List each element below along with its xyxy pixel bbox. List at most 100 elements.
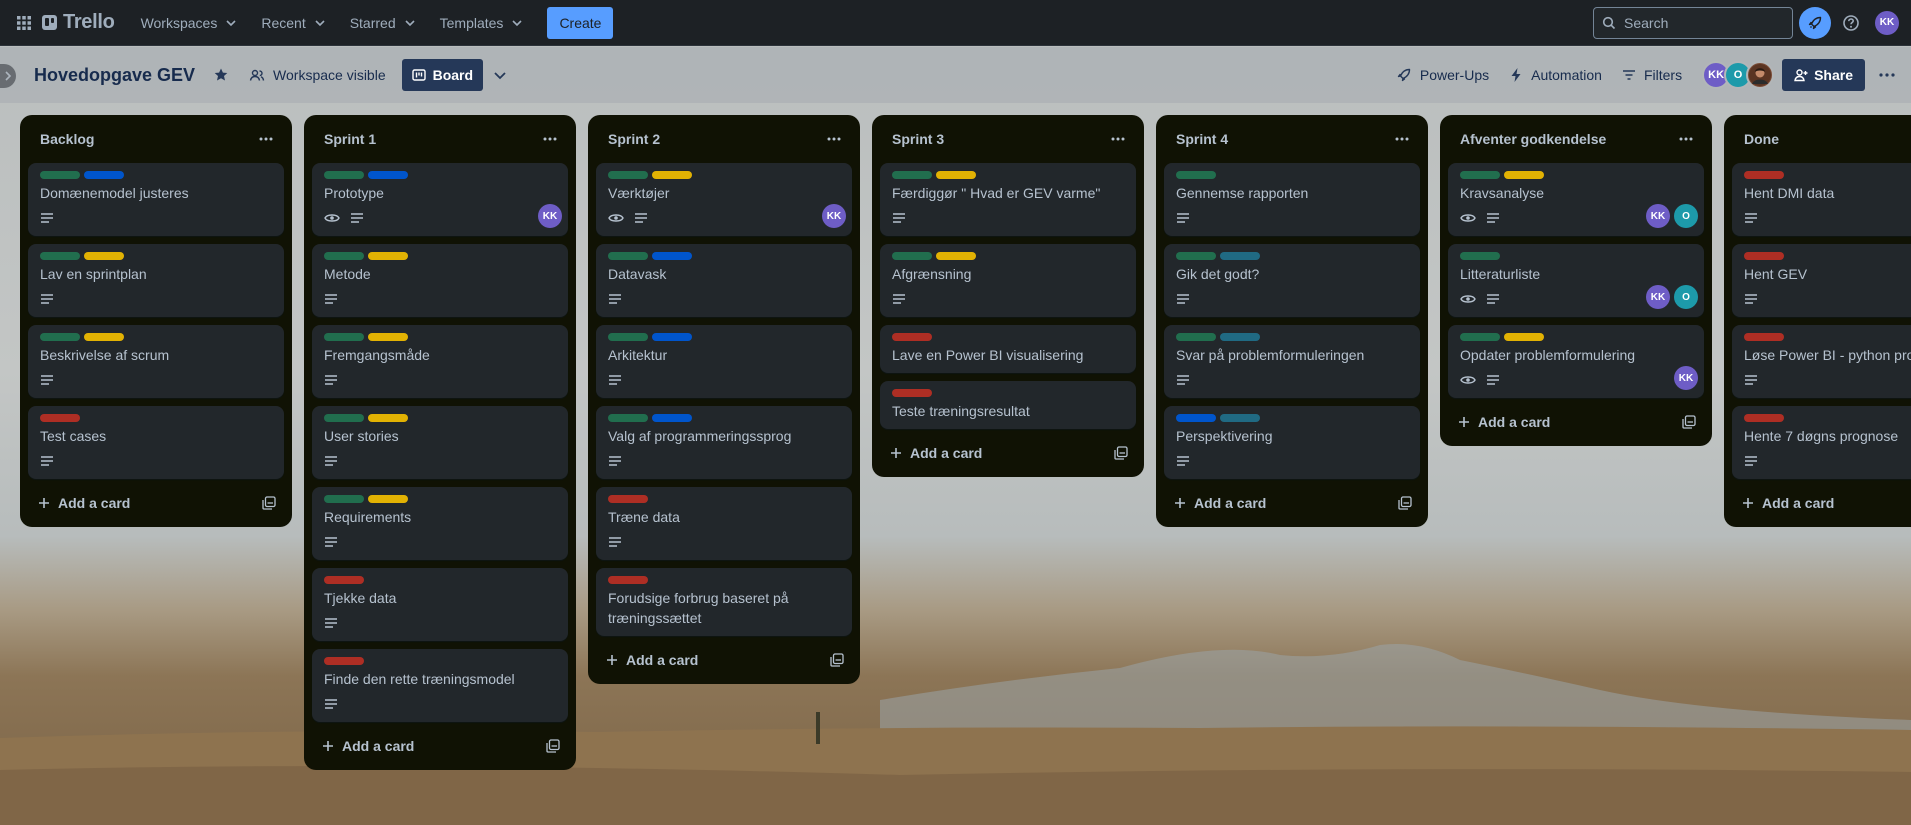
notifications-button[interactable] [1799,6,1831,39]
list[interactable]: Sprint 3 Færdiggør " Hvad er GEV varme" Af… [872,115,1144,477]
card-label-red[interactable] [324,576,364,584]
card-member-avatar[interactable]: O [1674,285,1698,309]
card-label-yellow[interactable] [368,495,408,503]
card-label-yellow[interactable] [84,252,124,260]
card[interactable]: Lave en Power BI visualisering [880,325,1136,373]
board-menu-button[interactable] [1871,59,1903,91]
card-label-yellow[interactable] [368,333,408,341]
list[interactable]: Sprint 2 Værktøjer KK Datavask Arkitektur Val… [588,115,860,684]
member-avatar-photo[interactable] [1746,61,1775,89]
card-label-green[interactable] [324,414,364,422]
card[interactable]: Litteraturliste KK O [1448,244,1704,317]
list-actions-button[interactable] [536,125,564,153]
card-label-green[interactable] [1176,252,1216,260]
card-member-avatar[interactable]: KK [1674,366,1698,390]
card[interactable]: Teste træningsresultat [880,381,1136,429]
card-label-green[interactable] [1460,333,1500,341]
card-label-blue[interactable] [652,252,692,260]
list[interactable]: Done Hent DMI data Hent GEV Løse Power BI -… [1724,115,1911,527]
card-label-red[interactable] [1744,333,1784,341]
create-from-template-button[interactable] [830,653,844,667]
create-from-template-button[interactable] [1682,415,1696,429]
card[interactable]: User stories [312,406,568,479]
card-label-red[interactable] [324,657,364,665]
card-label-green[interactable] [324,252,364,260]
card-label-blue[interactable] [652,414,692,422]
card-label-blue[interactable] [1176,414,1216,422]
help-button[interactable] [1835,7,1867,39]
list-actions-button[interactable] [1388,125,1416,153]
search-input[interactable]: Search [1593,6,1793,39]
filters-button[interactable]: Filters [1612,59,1692,91]
card-label-red[interactable] [1744,171,1784,179]
card-label-green[interactable] [1460,171,1500,179]
board-title[interactable]: Hovedopgave GEV [34,65,203,86]
create-button[interactable]: Create [547,6,614,39]
list-actions-button[interactable] [1104,125,1132,153]
list-actions-button[interactable] [820,125,848,153]
card[interactable]: Requirements [312,487,568,560]
create-from-template-button[interactable] [546,739,560,753]
card-label-red[interactable] [1744,252,1784,260]
add-card-button[interactable]: Add a card [38,495,130,511]
app-switcher-button[interactable] [8,7,40,39]
card[interactable]: Gennemse rapporten [1164,163,1420,236]
card[interactable]: Færdiggør " Hvad er GEV varme" [880,163,1136,236]
trello-logo[interactable]: Trello [42,11,115,34]
add-card-button[interactable]: Add a card [890,445,982,461]
list-actions-button[interactable] [1672,125,1700,153]
card[interactable]: Finde den rette træningsmodel [312,649,568,722]
card-label-yellow[interactable] [1504,333,1544,341]
card[interactable]: Hente 7 døgns prognose [1732,406,1911,479]
card[interactable]: Lav en sprintplan [28,244,284,317]
card-member-avatar[interactable]: O [1674,204,1698,228]
card-label-red[interactable] [1744,414,1784,422]
list[interactable]: Sprint 1 Prototype KK Metode Fremgangsmåde Us… [304,115,576,770]
starred-menu[interactable]: Starred [338,7,428,39]
board-view-button[interactable]: Board [401,59,484,91]
card-label-red[interactable] [608,576,648,584]
recent-menu[interactable]: Recent [249,7,337,39]
card-label-yellow[interactable] [936,252,976,260]
card[interactable]: Værktøjer KK [596,163,852,236]
card-label-green[interactable] [324,333,364,341]
card[interactable]: Hent GEV [1732,244,1911,317]
card[interactable]: Gik det godt? [1164,244,1420,317]
card[interactable]: Tjekke data [312,568,568,641]
list-actions-button[interactable] [252,125,280,153]
create-from-template-button[interactable] [1114,446,1128,460]
card-label-teal[interactable] [1220,333,1260,341]
card-label-yellow[interactable] [1504,171,1544,179]
card-label-green[interactable] [892,171,932,179]
card-label-red[interactable] [40,414,80,422]
card-label-green[interactable] [324,495,364,503]
card-label-green[interactable] [608,252,648,260]
card[interactable]: Beskrivelse af scrum [28,325,284,398]
list-title[interactable]: Backlog [40,131,94,147]
card[interactable]: Løse Power BI - python problem [1732,325,1911,398]
card-label-green[interactable] [40,333,80,341]
views-dropdown-button[interactable] [483,59,517,91]
workspaces-menu[interactable]: Workspaces [129,7,250,39]
card-label-green[interactable] [40,252,80,260]
account-avatar[interactable]: KK [1875,10,1899,35]
star-board-button[interactable] [203,59,239,91]
templates-menu[interactable]: Templates [428,7,536,39]
card-label-green[interactable] [892,252,932,260]
list-title[interactable]: Sprint 4 [1176,131,1228,147]
card-member-avatar[interactable]: KK [822,204,846,228]
share-button[interactable]: Share [1782,59,1865,91]
card-label-teal[interactable] [1220,252,1260,260]
card-label-blue[interactable] [652,333,692,341]
list[interactable]: Backlog Domænemodel justeres Lav en sprint… [20,115,292,527]
card-label-yellow[interactable] [368,414,408,422]
card-label-red[interactable] [892,389,932,397]
list-title[interactable]: Sprint 3 [892,131,944,147]
card-label-yellow[interactable] [936,171,976,179]
card[interactable]: Opdater problemformulering KK [1448,325,1704,398]
card[interactable]: Forudsige forbrug baseret på træningssæt… [596,568,852,636]
card-label-red[interactable] [608,495,648,503]
card-member-avatar[interactable]: KK [1646,285,1670,309]
card[interactable]: Perspektivering [1164,406,1420,479]
visibility-button[interactable]: Workspace visible [239,59,396,91]
